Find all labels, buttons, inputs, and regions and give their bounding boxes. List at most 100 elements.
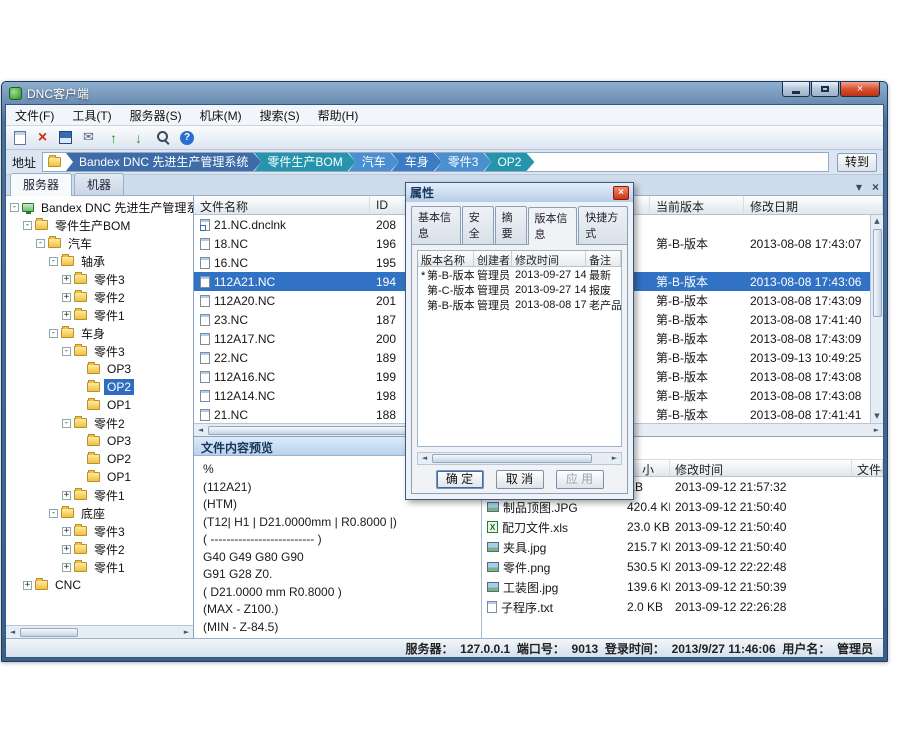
go-button[interactable]: 转到: [837, 153, 877, 172]
expander-icon[interactable]: -: [36, 239, 45, 248]
close-button[interactable]: ×: [840, 82, 880, 97]
menu-item[interactable]: 搜索(S): [251, 105, 309, 126]
tree-item[interactable]: + 零件3: [6, 270, 193, 288]
tree-item[interactable]: OP2: [6, 450, 193, 468]
expander-icon[interactable]: +: [62, 275, 71, 284]
scroll-thumb[interactable]: [432, 454, 592, 463]
minimize-button[interactable]: [782, 82, 810, 97]
menu-item[interactable]: 服务器(S): [121, 105, 191, 126]
menu-item[interactable]: 工具(T): [63, 105, 120, 126]
tree-item[interactable]: - 底座: [6, 504, 193, 522]
scroll-down-icon[interactable]: ▼: [871, 410, 884, 423]
attachment-row[interactable]: 子程序.txt 2.0 KB 2013-09-12 22:26:28: [482, 597, 883, 617]
menu-item[interactable]: 文件(F): [6, 105, 63, 126]
download-icon[interactable]: [130, 129, 147, 146]
upload-icon[interactable]: [105, 129, 122, 146]
dialog-title-bar[interactable]: 属性 ×: [406, 183, 633, 202]
tree-item[interactable]: - Bandex DNC 先进生产管理系统: [6, 198, 193, 216]
version-row[interactable]: *第-B-版本 管理员 2013-09-27 14: 最新: [418, 267, 621, 282]
dialog-tab[interactable]: 快捷方式: [578, 206, 628, 244]
tree-item[interactable]: - 汽车: [6, 234, 193, 252]
attachment-row[interactable]: 夹具.jpg 215.7 KB 2013-09-12 21:50:40: [482, 537, 883, 557]
expander-icon[interactable]: -: [62, 419, 71, 428]
delete-icon[interactable]: [34, 129, 51, 146]
breadcrumb-item[interactable]: 车身: [392, 153, 442, 171]
expander-icon[interactable]: -: [49, 329, 58, 338]
tree-item[interactable]: OP1: [6, 468, 193, 486]
dialog-tab[interactable]: 摘要: [495, 206, 527, 244]
search-icon[interactable]: [155, 129, 172, 146]
breadcrumb-item[interactable]: Bandex DNC 先进生产管理系统: [66, 153, 261, 171]
menu-item[interactable]: 帮助(H): [309, 105, 368, 126]
tree-horizontal-scrollbar[interactable]: ◄ ►: [6, 625, 193, 638]
chevron-down-icon[interactable]: ▼: [856, 183, 862, 192]
scroll-right-icon[interactable]: ►: [608, 452, 621, 465]
dialog-tab[interactable]: 版本信息: [528, 207, 578, 245]
tree-item[interactable]: OP1: [6, 396, 193, 414]
scroll-left-icon[interactable]: ◄: [6, 626, 19, 639]
tree-item[interactable]: - 零件3: [6, 342, 193, 360]
dialog-tab[interactable]: 安全: [462, 206, 494, 244]
tree-item[interactable]: OP3: [6, 360, 193, 378]
title-bar[interactable]: DNC客户端 ×: [5, 82, 884, 104]
column-header-extra[interactable]: 文件(&: [852, 460, 883, 476]
expander-icon[interactable]: +: [23, 581, 32, 590]
scroll-up-icon[interactable]: ▲: [871, 215, 884, 228]
tree-item[interactable]: + 零件1: [6, 306, 193, 324]
expander-icon[interactable]: -: [49, 257, 58, 266]
column-header-note[interactable]: 备注: [586, 251, 621, 266]
file-list-vertical-scrollbar[interactable]: ▲ ▼: [870, 215, 883, 423]
column-header-name[interactable]: 文件名称: [194, 196, 370, 214]
expander-icon[interactable]: -: [62, 347, 71, 356]
save-icon[interactable]: [59, 131, 72, 144]
expander-icon[interactable]: +: [62, 527, 71, 536]
tree-item[interactable]: + 零件1: [6, 558, 193, 576]
attachment-row[interactable]: 配刀文件.xls 23.0 KB 2013-09-12 21:50:40: [482, 517, 883, 537]
tree-item[interactable]: + 零件2: [6, 288, 193, 306]
cancel-button[interactable]: 取 消: [496, 470, 544, 489]
expander-icon[interactable]: +: [62, 563, 71, 572]
dialog-close-button[interactable]: ×: [613, 186, 629, 200]
tree-item[interactable]: OP2: [6, 378, 193, 396]
attachment-row[interactable]: 工装图.jpg 139.6 KB 2013-09-12 21:50:39: [482, 577, 883, 597]
apply-button[interactable]: 应 用: [556, 470, 604, 489]
attachment-row[interactable]: 制品顶图.JPG 420.4 KB 2013-09-12 21:50:40: [482, 497, 883, 517]
column-header-date[interactable]: 修改日期: [744, 196, 883, 214]
version-row[interactable]: 第-C-版本 管理员 2013-09-27 14: 报废: [418, 282, 621, 297]
tree-item[interactable]: OP3: [6, 432, 193, 450]
column-header-version-name[interactable]: 版本名称: [418, 251, 474, 266]
version-row[interactable]: 第-B-版本 管理员 2013-08-08 17: 老产品程序: [418, 297, 621, 312]
scroll-thumb[interactable]: [20, 628, 78, 637]
column-header-version[interactable]: 当前版本: [650, 196, 744, 214]
tree-item[interactable]: - 轴承: [6, 252, 193, 270]
tree-item[interactable]: + 零件3: [6, 522, 193, 540]
tree-item[interactable]: + CNC: [6, 576, 193, 594]
breadcrumb-item[interactable]: 汽车: [349, 153, 399, 171]
tree-item[interactable]: - 零件生产BOM: [6, 216, 193, 234]
attachment-row[interactable]: 零件.png 530.5 KB 2013-09-12 22:22:48: [482, 557, 883, 577]
scroll-right-icon[interactable]: ►: [180, 626, 193, 639]
column-header-modified[interactable]: 修改时间: [670, 460, 852, 476]
column-header-modified[interactable]: 修改时间: [512, 251, 586, 266]
expander-icon[interactable]: -: [10, 203, 19, 212]
maximize-button[interactable]: [811, 82, 839, 97]
tree-item[interactable]: - 零件2: [6, 414, 193, 432]
panel-close-icon[interactable]: ×: [872, 182, 879, 192]
tree-item[interactable]: - 车身: [6, 324, 193, 342]
expander-icon[interactable]: -: [23, 221, 32, 230]
scroll-left-icon[interactable]: ◄: [418, 452, 431, 465]
expander-icon[interactable]: -: [49, 509, 58, 518]
breadcrumb-item[interactable]: OP2: [484, 153, 534, 171]
menu-item[interactable]: 机床(M): [191, 105, 251, 126]
tab-server[interactable]: 服务器: [10, 173, 72, 196]
mail-icon[interactable]: [80, 129, 97, 146]
expander-icon[interactable]: +: [62, 311, 71, 320]
expander-icon[interactable]: +: [62, 293, 71, 302]
scroll-thumb[interactable]: [873, 229, 882, 317]
address-field[interactable]: Bandex DNC 先进生产管理系统 零件生产BOM 汽车 车身 零件3 OP…: [42, 152, 829, 172]
breadcrumb-item[interactable]: 零件3: [435, 153, 492, 171]
help-icon[interactable]: [180, 131, 194, 145]
column-header-creator[interactable]: 创建者: [474, 251, 512, 266]
dialog-horizontal-scrollbar[interactable]: ◄ ►: [417, 452, 622, 465]
breadcrumb-item[interactable]: 零件生产BOM: [254, 153, 355, 171]
